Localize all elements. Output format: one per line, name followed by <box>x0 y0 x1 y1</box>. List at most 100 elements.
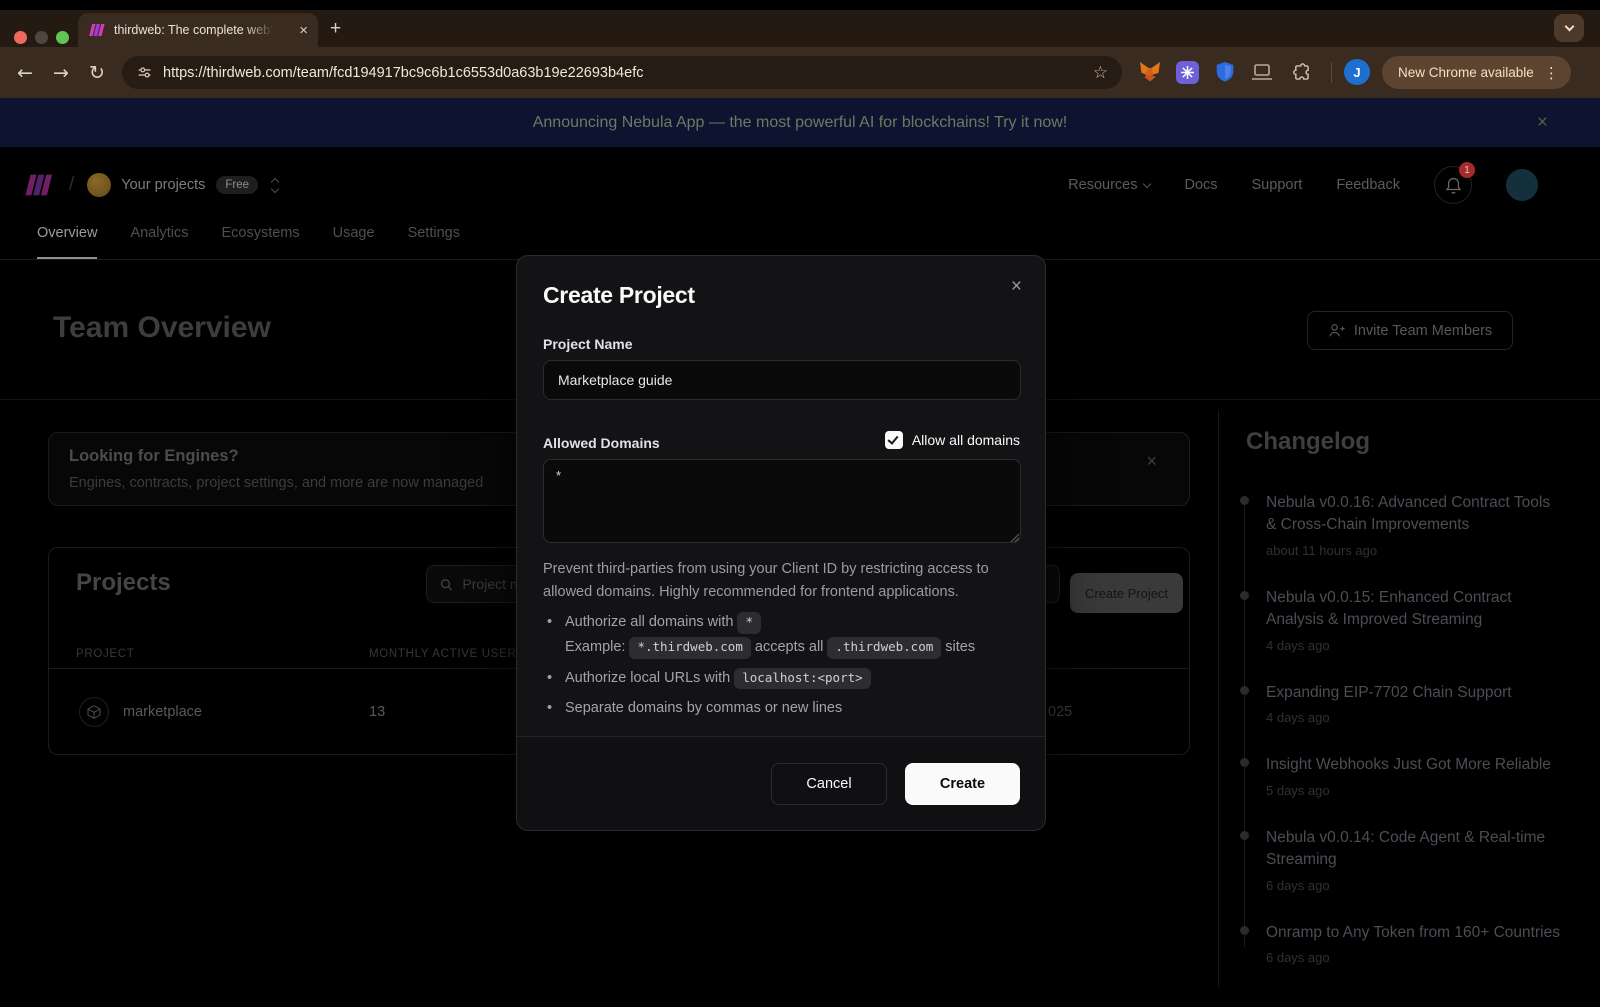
column-project: PROJECT <box>76 648 135 660</box>
modal-close-icon[interactable]: × <box>1004 272 1029 302</box>
chevron-down-icon <box>1564 22 1574 32</box>
notifications-button[interactable]: 1 <box>1434 166 1472 204</box>
allow-all-domains-label: Allow all domains <box>912 432 1020 448</box>
changelog-entry[interactable]: Nebula v0.0.14: Code Agent & Real-time S… <box>1266 827 1562 893</box>
changelog-entry[interactable]: Insight Webhooks Just Got More Reliable … <box>1266 754 1562 797</box>
allow-all-domains-control[interactable]: Allow all domains <box>885 431 1020 449</box>
checkmark-icon <box>887 433 898 445</box>
tab-ecosystems[interactable]: Ecosystems <box>221 225 299 259</box>
create-button[interactable]: Create <box>905 763 1020 805</box>
project-mau-cell: 13 <box>369 704 385 720</box>
changelog-entry-title[interactable]: Nebula v0.0.14: Code Agent & Real-time S… <box>1266 827 1562 872</box>
window-top-edge <box>0 0 1600 10</box>
tab-settings[interactable]: Settings <box>408 225 460 259</box>
changelog-entry-time: 4 days ago <box>1266 638 1562 653</box>
project-name-label: Project Name <box>543 336 632 352</box>
address-bar[interactable]: https://thirdweb.com/team/fcd194917bc9c6… <box>122 56 1122 89</box>
tab-overview[interactable]: Overview <box>37 225 97 259</box>
team-switcher-icon[interactable] <box>272 179 278 192</box>
bell-icon <box>1445 176 1462 194</box>
timeline-dot-icon <box>1240 591 1249 600</box>
create-project-modal: Create Project × Project Name Allowed Do… <box>516 255 1046 831</box>
changelog-entry-title[interactable]: Nebula v0.0.15: Enhanced Contract Analys… <box>1266 587 1562 632</box>
changelog-entry-title[interactable]: Nebula v0.0.16: Advanced Contract Tools … <box>1266 492 1562 537</box>
project-name-cell: marketplace <box>123 704 202 720</box>
column-monthly-active-users: MONTHLY ACTIVE USERS <box>369 648 525 660</box>
docs-link[interactable]: Docs <box>1184 177 1217 193</box>
resize-grip-icon[interactable] <box>1009 532 1020 543</box>
allowed-domains-label: Allowed Domains <box>543 435 660 451</box>
domains-helper-text: Prevent third-parties from using your Cl… <box>543 558 1021 604</box>
back-button[interactable]: ← <box>8 47 42 98</box>
changelog-entry-title[interactable]: Expanding EIP-7702 Chain Support <box>1266 682 1562 704</box>
site-header: / Your projects Free Resources Docs Supp… <box>0 163 1600 207</box>
project-name-input[interactable] <box>543 360 1021 400</box>
modal-title: Create Project <box>543 282 695 309</box>
invite-team-members-button[interactable]: Invite Team Members <box>1307 311 1513 350</box>
macos-close-button[interactable] <box>14 31 27 44</box>
bookmark-star-icon[interactable]: ☆ <box>1093 63 1108 83</box>
changelog-entry[interactable]: Nebula v0.0.15: Enhanced Contract Analys… <box>1266 587 1562 653</box>
code-chip: localhost:<port> <box>734 668 870 690</box>
browser-menu-icon[interactable]: ⋮ <box>1544 64 1559 82</box>
cancel-button[interactable]: Cancel <box>771 763 887 805</box>
changelog-entry-title[interactable]: Insight Webhooks Just Got More Reliable <box>1266 754 1562 776</box>
tab-search-button[interactable] <box>1554 14 1584 42</box>
changelog-entry-title[interactable]: Onramp to Any Token from 160+ Countries <box>1266 922 1562 944</box>
support-link[interactable]: Support <box>1252 177 1303 193</box>
engines-banner-close-icon[interactable]: × <box>1146 451 1157 472</box>
project-date-cell: 025 <box>1048 704 1072 720</box>
team-tabnav: Overview Analytics Ecosystems Usage Sett… <box>0 225 1600 259</box>
laptop-extension-icon[interactable] <box>1249 59 1275 85</box>
new-tab-button[interactable]: + <box>330 18 341 40</box>
code-chip: .thirdweb.com <box>827 637 941 659</box>
macos-minimize-button[interactable] <box>35 31 48 44</box>
shield-extension-icon[interactable] <box>1212 59 1238 85</box>
tab-usage[interactable]: Usage <box>333 225 375 259</box>
announcement-text[interactable]: Announcing Nebula App — the most powerfu… <box>533 114 1068 132</box>
tab-analytics[interactable]: Analytics <box>130 225 188 259</box>
browser-profile-avatar[interactable]: J <box>1344 59 1370 85</box>
extensions-puzzle-icon[interactable] <box>1288 59 1314 85</box>
timeline-dot-icon <box>1240 831 1249 840</box>
create-project-button-background[interactable]: Create Project <box>1070 573 1183 613</box>
notification-count-badge: 1 <box>1459 162 1475 178</box>
resources-menu[interactable]: Resources <box>1068 177 1150 193</box>
team-avatar[interactable] <box>87 173 111 197</box>
allowed-domains-textarea[interactable] <box>543 459 1021 543</box>
code-chip: *.thirdweb.com <box>629 637 750 659</box>
banner-close-icon[interactable]: × <box>1537 112 1548 134</box>
changelog-entry[interactable]: Expanding EIP-7702 Chain Support 4 days … <box>1266 682 1562 725</box>
user-avatar[interactable] <box>1506 169 1538 201</box>
feedback-link[interactable]: Feedback <box>1336 177 1400 193</box>
timeline-dot-icon <box>1240 496 1249 505</box>
purple-extension-icon[interactable] <box>1174 59 1200 85</box>
reload-button[interactable]: ↻ <box>80 47 114 98</box>
tab-title: thirdweb: The complete web3 <box>114 23 274 37</box>
browser-tab[interactable]: thirdweb: The complete web3 × <box>78 13 318 47</box>
metamask-extension-icon[interactable] <box>1137 59 1163 85</box>
tab-close-icon[interactable]: × <box>299 23 308 38</box>
team-name[interactable]: Your projects <box>121 177 205 193</box>
toolbar-divider <box>1331 62 1332 83</box>
code-chip: * <box>737 612 761 634</box>
changelog-list: Nebula v0.0.16: Advanced Contract Tools … <box>1246 492 1600 965</box>
site-settings-icon[interactable] <box>136 64 153 81</box>
engines-banner-title: Looking for Engines? <box>69 447 239 466</box>
chevron-down-icon <box>1143 179 1151 187</box>
rule-separate-domains: Separate domains by commas or new lines <box>547 698 1021 720</box>
forward-button[interactable]: → <box>44 47 78 98</box>
breadcrumb-slash: / <box>69 174 74 196</box>
thirdweb-logo-icon <box>20 172 58 198</box>
update-chrome-button[interactable]: New Chrome available ⋮ <box>1382 56 1571 89</box>
rule-authorize-all: Authorize all domains with * Example: *.… <box>547 612 1021 659</box>
update-chrome-label: New Chrome available <box>1398 65 1534 80</box>
changelog-entry[interactable]: Nebula v0.0.16: Advanced Contract Tools … <box>1266 492 1562 558</box>
page-title: Team Overview <box>53 311 271 345</box>
timeline-dot-icon <box>1240 926 1249 935</box>
changelog-entry[interactable]: Onramp to Any Token from 160+ Countries … <box>1266 922 1562 965</box>
domain-rules-list: Authorize all domains with * Example: *.… <box>547 612 1021 729</box>
allow-all-domains-checkbox[interactable] <box>885 431 903 449</box>
macos-zoom-button[interactable] <box>56 31 69 44</box>
screen: thirdweb: The complete web3 × + ← → ↻ ht… <box>0 0 1600 1007</box>
